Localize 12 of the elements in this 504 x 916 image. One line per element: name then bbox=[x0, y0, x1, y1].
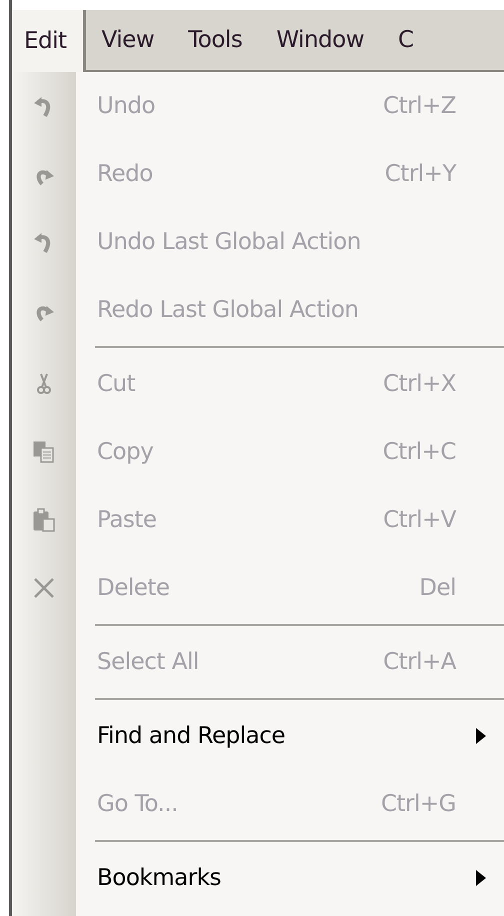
menu-bar-item[interactable]: View bbox=[86, 10, 172, 70]
menu-bar-item[interactable]: Window bbox=[260, 10, 382, 70]
menu-bar-item[interactable]: Edit bbox=[12, 10, 86, 72]
menu-item[interactable]: Bookmarks bbox=[12, 844, 504, 912]
cross-icon bbox=[32, 576, 56, 600]
menu-bar-item[interactable]: Tools bbox=[172, 10, 260, 70]
menu-item[interactable]: Find and Replace bbox=[12, 702, 504, 770]
menu-bar-item[interactable]: C bbox=[382, 10, 432, 70]
clipboard-icon bbox=[32, 508, 56, 532]
submenu-arrow-icon bbox=[476, 728, 486, 744]
submenu-arrow-icon bbox=[476, 870, 486, 886]
copy-icon bbox=[32, 440, 56, 464]
